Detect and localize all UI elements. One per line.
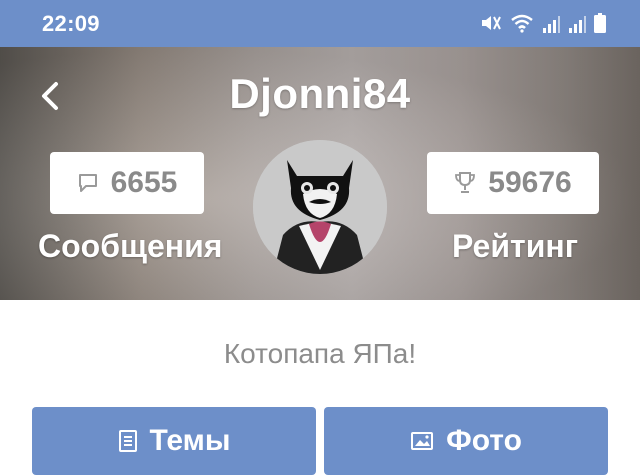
rating-count: 59676 xyxy=(488,166,572,199)
wifi-icon xyxy=(511,14,533,33)
image-icon xyxy=(411,432,434,450)
signal-icon xyxy=(543,16,560,33)
comment-icon xyxy=(78,174,97,192)
messages-count: 6655 xyxy=(110,166,178,199)
signal-icon xyxy=(569,16,586,33)
battery-icon xyxy=(594,13,606,33)
rating-label: Рейтинг xyxy=(452,228,579,264)
messages-count-box[interactable]: 6655 xyxy=(50,152,204,214)
topics-button[interactable]: Темы xyxy=(32,407,316,475)
mute-icon xyxy=(482,16,501,30)
topics-button-label: Темы xyxy=(149,424,231,457)
profile-status-text: Котопапа ЯПа! xyxy=(223,338,417,369)
rating-count-box[interactable]: 59676 xyxy=(427,152,599,214)
profile-username: Djonni84 xyxy=(229,70,411,117)
photos-button-label: Фото xyxy=(446,424,522,457)
document-icon xyxy=(118,430,137,452)
clock: 22:09 xyxy=(42,11,100,36)
avatar-image xyxy=(253,140,387,274)
avatar[interactable] xyxy=(253,140,387,274)
status-icons xyxy=(480,13,606,33)
status-bar: 22:09 xyxy=(0,0,640,47)
trophy-icon xyxy=(455,172,476,193)
messages-label: Сообщения xyxy=(38,228,223,264)
photos-button[interactable]: Фото xyxy=(324,407,608,475)
